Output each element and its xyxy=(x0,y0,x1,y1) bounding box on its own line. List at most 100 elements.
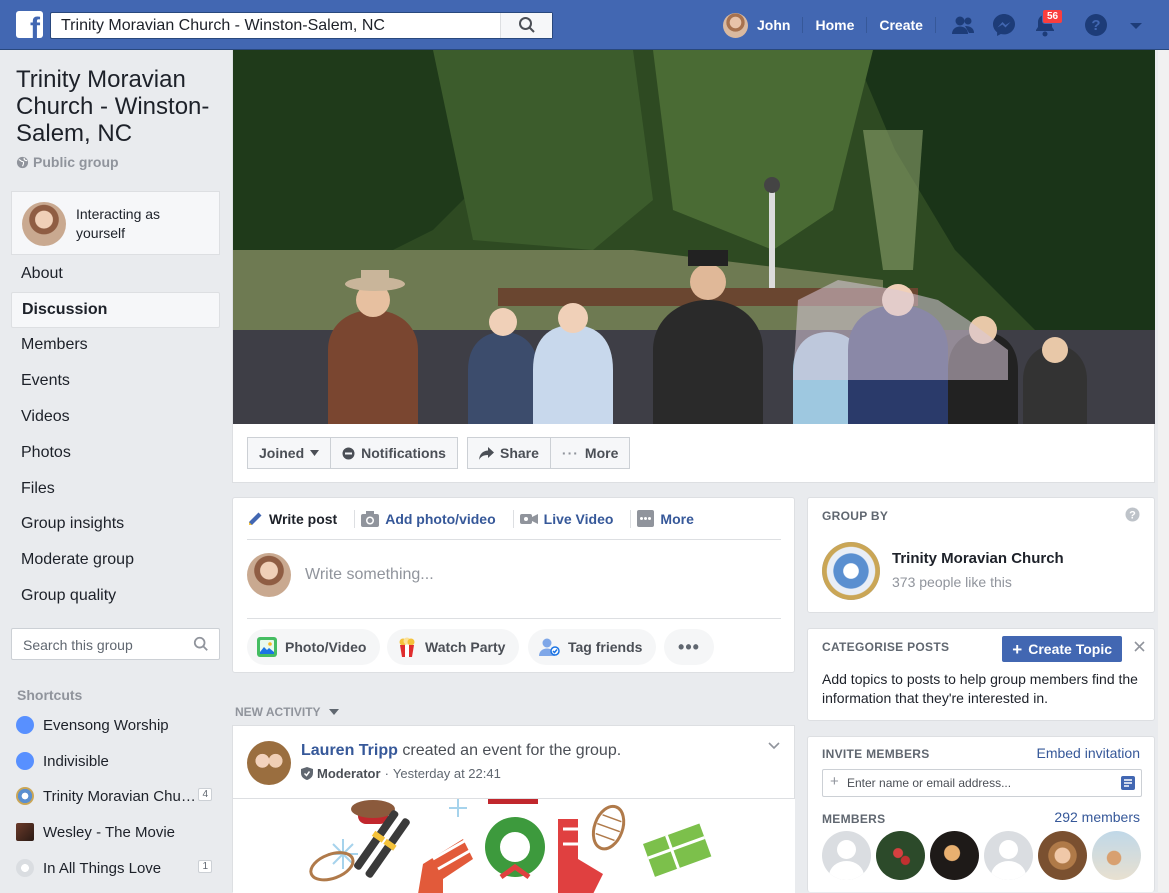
top-navigation-bar: f John Home Create 56 ? xyxy=(0,0,1169,50)
members-count-link[interactable]: 292 members xyxy=(1054,809,1140,825)
tag-friends-button[interactable]: Tag friends xyxy=(528,629,657,665)
member-avatar[interactable] xyxy=(930,831,979,880)
group-privacy: Public group xyxy=(16,154,119,170)
cover-photo[interactable] xyxy=(233,50,1155,424)
member-avatar[interactable] xyxy=(1092,831,1141,880)
post-author-link[interactable]: Lauren Tripp xyxy=(301,742,398,759)
shortcut-item[interactable]: Evensong Worship xyxy=(16,714,216,736)
write-post-tab[interactable]: Write post xyxy=(247,498,356,540)
composer-tabs: Write post Add photo/video Live Video Mo… xyxy=(247,498,781,540)
invite-heading: INVITE MEMBERS xyxy=(822,747,930,761)
photo-video-label: Photo/Video xyxy=(285,639,367,655)
shortcut-count-badge: 1 xyxy=(198,860,212,873)
embed-invitation-link[interactable]: Embed invitation xyxy=(1036,745,1140,761)
church-seal-logo[interactable] xyxy=(822,542,880,600)
add-photo-video-tab[interactable]: Add photo/video xyxy=(361,498,515,540)
contact-list-icon[interactable] xyxy=(1121,776,1135,790)
post-options-chevron-down-icon[interactable] xyxy=(768,742,780,750)
photo-video-button[interactable]: Photo/Video xyxy=(247,629,381,665)
ellipsis-icon: ··· xyxy=(561,445,579,461)
live-video-tab[interactable]: Live Video xyxy=(519,498,632,540)
interacting-as-switcher[interactable]: Interacting as yourself xyxy=(11,191,220,255)
share-arrow-icon xyxy=(479,446,494,460)
notifications-button[interactable]: Notifications xyxy=(331,437,458,469)
share-button[interactable]: Share xyxy=(467,437,551,469)
user-avatar xyxy=(723,12,748,38)
sidebar-item-members[interactable]: Members xyxy=(11,328,220,364)
ellipsis-icon: ••• xyxy=(678,636,700,657)
write-post-label: Write post xyxy=(269,510,338,527)
create-topic-button[interactable]: + Create Topic xyxy=(1002,636,1122,662)
messenger-icon[interactable] xyxy=(991,12,1017,38)
shortcuts-heading: Shortcuts xyxy=(17,687,83,703)
add-photo-video-label: Add photo/video xyxy=(385,510,496,527)
sidebar-item-group-quality[interactable]: Group quality xyxy=(11,578,220,614)
camera-icon xyxy=(361,510,380,527)
user-name: John xyxy=(757,17,791,33)
member-avatar[interactable] xyxy=(984,831,1033,880)
home-link[interactable]: Home xyxy=(815,17,854,33)
meta-separator: · xyxy=(384,766,389,781)
page-scrollbar[interactable] xyxy=(1158,50,1169,892)
global-search-input[interactable] xyxy=(59,16,499,36)
post-composer: Write post Add photo/video Live Video Mo… xyxy=(232,497,795,673)
group-search[interactable] xyxy=(11,628,220,660)
global-search[interactable] xyxy=(50,12,553,39)
shortcut-count-badge: 4 xyxy=(198,788,212,801)
event-cover-image[interactable] xyxy=(233,798,795,893)
sidebar-item-videos[interactable]: Videos xyxy=(11,399,220,435)
sidebar-item-files[interactable]: Files xyxy=(11,471,220,507)
plus-icon: + xyxy=(830,773,839,790)
shortcut-item[interactable]: Indivisible xyxy=(16,750,216,772)
flower-icon xyxy=(16,859,34,877)
post-meta: Moderator · Yesterday at 22:41 xyxy=(301,766,501,781)
friend-requests-icon[interactable] xyxy=(950,12,976,38)
create-link[interactable]: Create xyxy=(879,17,923,33)
shortcut-item[interactable]: In All Things Love 1 xyxy=(16,857,216,879)
composer-input[interactable]: Write something... xyxy=(305,566,434,584)
invite-member-field[interactable]: + xyxy=(822,769,1142,797)
help-icon[interactable]: ? xyxy=(1083,12,1109,38)
categorise-posts-card: CATEGORISE POSTS + Create Topic Add topi… xyxy=(807,628,1155,721)
facebook-logo-icon[interactable]: f xyxy=(16,11,43,38)
shortcut-item[interactable]: Trinity Moravian Chu… 4 xyxy=(16,785,216,807)
more-button[interactable]: ··· More xyxy=(550,437,631,469)
more-label: More xyxy=(584,445,619,461)
search-button[interactable] xyxy=(500,13,552,38)
invite-member-input[interactable] xyxy=(845,775,1115,791)
post-timestamp[interactable]: Yesterday at 22:41 xyxy=(393,766,501,781)
page-name-link[interactable]: Trinity Moravian Church xyxy=(892,550,1064,567)
feed-sort-dropdown[interactable]: NEW ACTIVITY xyxy=(235,705,339,719)
left-sidebar: Trinity Moravian Church - Winston-Salem,… xyxy=(0,50,232,892)
member-avatar[interactable] xyxy=(876,831,925,880)
sidebar-item-photos[interactable]: Photos xyxy=(11,435,220,471)
help-icon[interactable]: ? xyxy=(1125,507,1140,522)
avatar[interactable] xyxy=(247,741,291,785)
more-options-icon xyxy=(637,510,655,527)
member-avatar[interactable] xyxy=(822,831,871,880)
joined-button[interactable]: Joined xyxy=(247,437,332,469)
sidebar-item-discussion[interactable]: Discussion xyxy=(11,291,220,328)
watch-party-button[interactable]: Watch Party xyxy=(387,629,520,665)
group-search-input[interactable] xyxy=(21,636,181,654)
more-composer-tab[interactable]: More xyxy=(637,498,705,540)
group-title[interactable]: Trinity Moravian Church - Winston-Salem,… xyxy=(16,66,216,147)
sidebar-item-events[interactable]: Events xyxy=(11,363,220,399)
joined-label: Joined xyxy=(259,445,305,461)
member-avatar[interactable] xyxy=(1038,831,1087,880)
movie-thumbnail-icon xyxy=(16,823,34,841)
watch-party-label: Watch Party xyxy=(425,639,506,655)
sidebar-item-about[interactable]: About xyxy=(11,256,220,292)
page-likes-count: 373 people like this xyxy=(892,574,1012,590)
account-menu-chevron-down-icon[interactable] xyxy=(1123,12,1149,38)
more-actions-button[interactable]: ••• xyxy=(664,629,714,665)
shortcut-item[interactable]: Wesley - The Movie xyxy=(16,821,216,843)
group-by-heading: GROUP BY xyxy=(822,509,889,523)
sidebar-item-group-insights[interactable]: Group insights xyxy=(11,507,220,543)
sidebar-item-moderate-group[interactable]: Moderate group xyxy=(11,542,220,578)
close-icon[interactable] xyxy=(1134,641,1145,652)
popcorn-icon xyxy=(399,637,415,657)
search-icon[interactable] xyxy=(193,636,209,652)
profile-link[interactable]: John Home Create xyxy=(723,0,948,50)
shortcut-label: Wesley - The Movie xyxy=(43,823,175,841)
